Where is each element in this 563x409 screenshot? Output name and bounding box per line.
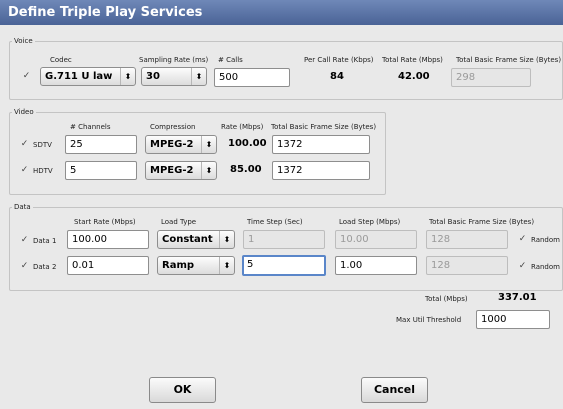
total-mbps-label: Total (Mbps) xyxy=(425,295,468,303)
codec-value: G.711 U law xyxy=(45,71,113,82)
total-rate-value: 42.00 xyxy=(398,71,430,82)
video-legend: Video xyxy=(14,108,34,116)
window-title: Define Triple Play Services xyxy=(0,0,563,25)
data2-load-type-value: Ramp xyxy=(162,260,195,271)
data2-frame-size-field: 128 xyxy=(426,256,508,275)
compression-header: Compression xyxy=(150,123,196,131)
sdtv-label: SDTV xyxy=(33,141,52,149)
load-type-header: Load Type xyxy=(161,218,197,226)
hdtv-frame-size-input[interactable]: 1372 xyxy=(272,161,370,180)
max-util-threshold-input[interactable]: 1000 xyxy=(476,310,550,329)
voice-legend: Voice xyxy=(14,37,33,45)
data1-load-step-field: 10.00 xyxy=(335,230,417,249)
data2-label: Data 2 xyxy=(33,263,57,271)
sdtv-frame-size-input[interactable]: 1372 xyxy=(272,135,370,154)
data1-frame-size-field: 128 xyxy=(426,230,508,249)
sampling-rate-value: 30 xyxy=(146,71,160,82)
ok-button[interactable]: OK xyxy=(149,377,216,403)
data1-random-checkbox[interactable]: ✓ xyxy=(518,235,527,244)
voice-checkbox[interactable]: ✓ xyxy=(22,72,31,81)
select-arrow-icon: ⬍ xyxy=(219,257,234,274)
data-total-frame-size-header: Total Basic Frame Size (Bytes) xyxy=(429,218,535,226)
data1-load-type-value: Constant xyxy=(162,234,213,245)
data-legend: Data xyxy=(14,203,31,211)
select-arrow-icon: ⬍ xyxy=(120,68,135,85)
sdtv-compression-value: MPEG-2 xyxy=(150,139,194,150)
data2-start-rate-input[interactable]: 0.01 xyxy=(67,256,149,275)
hdtv-compression-select[interactable]: MPEG-2 ⬍ xyxy=(145,161,217,180)
data1-label: Data 1 xyxy=(33,237,57,245)
video-rate-header: Rate (Mbps) xyxy=(221,123,264,131)
sdtv-rate-value: 100.00 xyxy=(228,138,267,149)
per-call-rate-header: Per Call Rate (Kbps) xyxy=(304,56,374,64)
data2-checkbox[interactable]: ✓ xyxy=(20,262,29,271)
max-util-threshold-label: Max Util Threshold xyxy=(396,316,462,324)
voice-total-frame-size-header: Total Basic Frame Size (Bytes) xyxy=(456,56,562,64)
total-rate-header: Total Rate (Mbps) xyxy=(382,56,443,64)
data2-random-label: Random xyxy=(531,263,560,271)
sampling-rate-select[interactable]: 30 ⬍ xyxy=(141,67,207,86)
data1-start-rate-input[interactable]: 100.00 xyxy=(67,230,149,249)
voice-total-frame-size-field: 298 xyxy=(451,68,531,87)
start-rate-header: Start Rate (Mbps) xyxy=(74,218,136,226)
data1-random-label: Random xyxy=(531,236,560,244)
select-arrow-icon: ⬍ xyxy=(191,68,206,85)
hdtv-rate-value: 85.00 xyxy=(230,164,262,175)
data2-time-step-input[interactable]: 5 xyxy=(242,255,326,276)
channels-header: # Channels xyxy=(70,123,111,131)
select-arrow-icon: ⬍ xyxy=(201,162,216,179)
select-arrow-icon: ⬍ xyxy=(219,231,234,248)
video-total-frame-size-header: Total Basic Frame Size (Bytes) xyxy=(271,123,377,131)
dialog-panel: Voice Codec Sampling Rate (ms) # Calls P… xyxy=(0,25,563,409)
hdtv-compression-value: MPEG-2 xyxy=(150,165,194,176)
time-step-header: Time Step (Sec) xyxy=(247,218,303,226)
data2-load-type-select[interactable]: Ramp ⬍ xyxy=(157,256,235,275)
select-arrow-icon: ⬍ xyxy=(201,136,216,153)
data2-load-step-input[interactable]: 1.00 xyxy=(335,256,417,275)
sdtv-channels-input[interactable]: 25 xyxy=(65,135,137,154)
hdtv-channels-input[interactable]: 5 xyxy=(65,161,137,180)
hdtv-checkbox[interactable]: ✓ xyxy=(20,166,29,175)
load-step-header: Load Step (Mbps) xyxy=(339,218,401,226)
cancel-button[interactable]: Cancel xyxy=(361,377,428,403)
codec-select[interactable]: G.711 U law ⬍ xyxy=(40,67,136,86)
data1-checkbox[interactable]: ✓ xyxy=(20,236,29,245)
calls-input[interactable]: 500 xyxy=(214,68,290,87)
sdtv-compression-select[interactable]: MPEG-2 ⬍ xyxy=(145,135,217,154)
data1-load-type-select[interactable]: Constant ⬍ xyxy=(157,230,235,249)
data1-time-step-field: 1 xyxy=(243,230,325,249)
codec-header: Codec xyxy=(50,56,72,64)
data2-random-checkbox[interactable]: ✓ xyxy=(518,262,527,271)
sdtv-checkbox[interactable]: ✓ xyxy=(20,140,29,149)
calls-header: # Calls xyxy=(218,56,243,64)
per-call-rate-value: 84 xyxy=(330,71,344,82)
hdtv-label: HDTV xyxy=(33,167,53,175)
sampling-rate-header: Sampling Rate (ms) xyxy=(139,56,209,64)
total-mbps-value: 337.01 xyxy=(498,292,537,303)
